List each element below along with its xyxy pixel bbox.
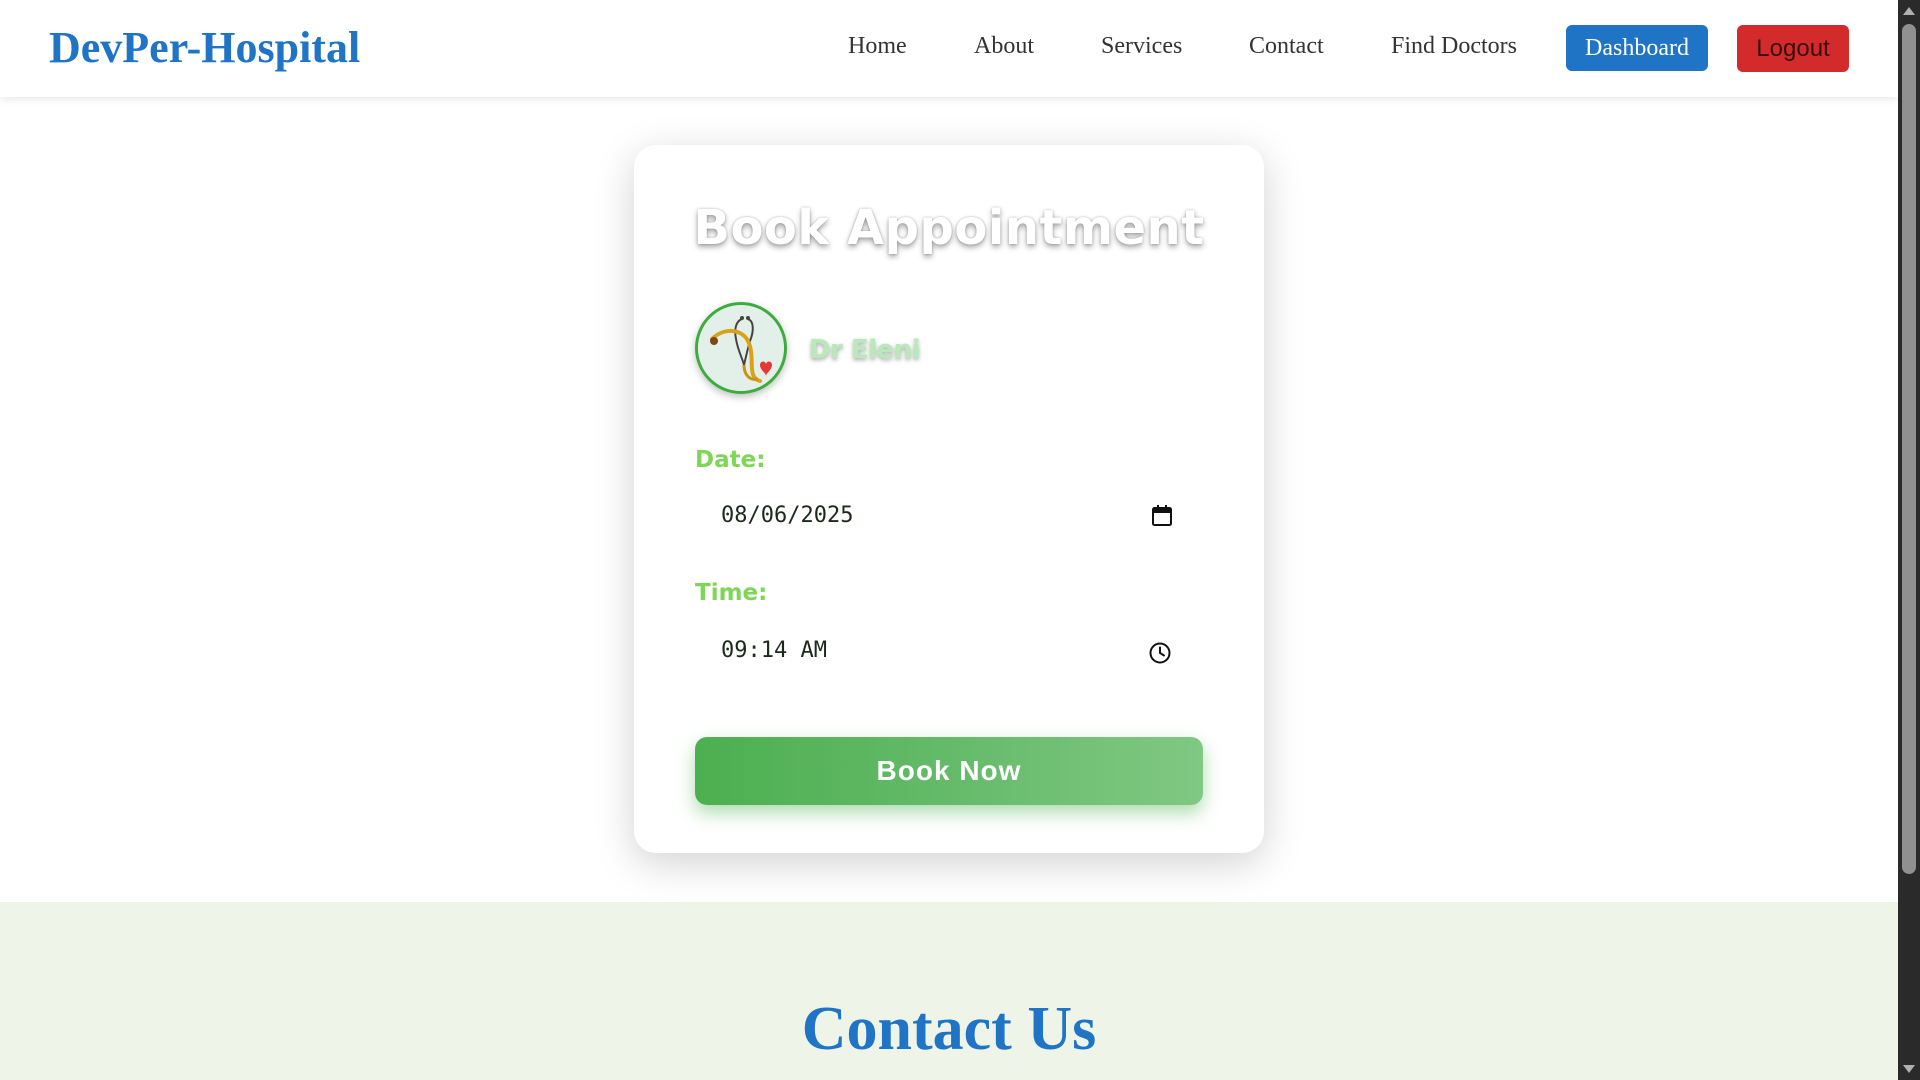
scroll-down-arrow-icon[interactable] — [1903, 1065, 1915, 1073]
contact-section: Contact Us — [0, 902, 1898, 1080]
time-label: Time: — [695, 580, 768, 606]
booking-card: Book Appointment Dr Eleni Date: 08/06/20… — [634, 145, 1264, 853]
nav-services-link[interactable]: Services — [1101, 33, 1182, 60]
scroll-up-arrow-icon[interactable] — [1903, 7, 1915, 15]
booking-title: Book Appointment — [693, 200, 1205, 256]
stethoscope-heart-icon — [695, 302, 787, 394]
nav-about-link[interactable]: About — [974, 33, 1034, 60]
calendar-icon[interactable] — [1149, 503, 1175, 529]
date-value[interactable]: 08/06/2025 — [721, 503, 853, 528]
date-input[interactable]: 08/06/2025 — [695, 489, 1203, 545]
scrollbar-thumb[interactable] — [1902, 24, 1916, 874]
clock-icon[interactable] — [1147, 640, 1173, 666]
time-input[interactable]: 09:14 AM — [695, 624, 1203, 680]
vertical-scrollbar[interactable] — [1898, 0, 1920, 1080]
site-logo[interactable]: DevPer-Hospital — [49, 22, 360, 73]
date-label: Date: — [695, 447, 766, 473]
contact-title: Contact Us — [801, 995, 1097, 1063]
dashboard-button[interactable]: Dashboard — [1566, 25, 1708, 71]
page: DevPer-Hospital Home About Services Cont… — [0, 0, 1898, 1080]
nav-home-link[interactable]: Home — [848, 33, 907, 60]
nav-find-doctors-link[interactable]: Find Doctors — [1391, 33, 1517, 60]
logout-button[interactable]: Logout — [1737, 25, 1849, 72]
doctor-name: Dr Eleni — [809, 335, 921, 365]
top-navbar: DevPer-Hospital Home About Services Cont… — [0, 0, 1898, 97]
time-value[interactable]: 09:14 AM — [721, 638, 827, 663]
book-now-button[interactable]: Book Now — [695, 737, 1203, 805]
nav-contact-link[interactable]: Contact — [1249, 33, 1324, 60]
